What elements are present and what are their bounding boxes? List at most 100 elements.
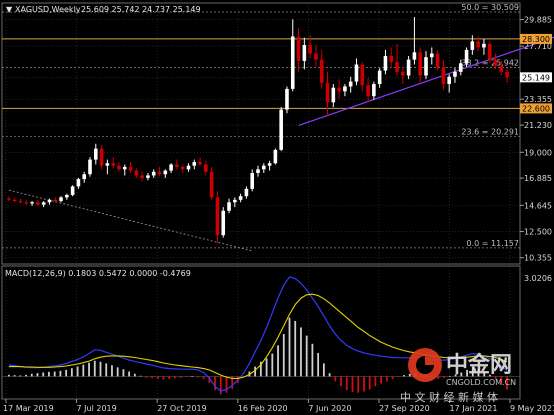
candle-body [383, 55, 388, 71]
candle-body [250, 173, 255, 189]
candle-body [302, 45, 307, 61]
macd-histogram-bar [7, 374, 10, 377]
macd-histogram-bar [185, 376, 188, 378]
macd-histogram-bar [305, 335, 308, 377]
ohlc-values: 25.609 25.742 24.737 25.149 [81, 5, 201, 14]
candle-body [36, 202, 40, 205]
candle-body [412, 52, 417, 60]
macd-histogram-bar [345, 376, 348, 391]
candle-body [377, 70, 382, 85]
macd-histogram-bar [122, 369, 125, 377]
candle-body [487, 43, 492, 60]
macd-histogram-bar [368, 376, 371, 390]
candle-body [175, 164, 179, 167]
candle-body [163, 170, 168, 175]
macd-histogram-bar [357, 376, 360, 393]
candle-body [372, 84, 376, 97]
macd-histogram-bar [19, 375, 22, 377]
fib-level-label: 0.0 = 11.157 [466, 239, 519, 248]
candle-body [105, 163, 110, 166]
candle-body [493, 59, 498, 66]
main-pane-frame [1, 2, 521, 265]
candle-body [256, 169, 260, 174]
watermark-tagline: 中 文 财 经 新 媒 体 [400, 390, 498, 404]
candle-body [30, 202, 34, 204]
macd-histogram-bar [288, 317, 291, 377]
candle-body [464, 49, 469, 64]
macd-histogram-bar [322, 363, 325, 377]
macd-histogram-bar [397, 376, 400, 378]
chart-window: 50.0 = 30.509 38.2 = 25.942 23.6 = 20.291 0… [0, 0, 554, 415]
candle-body [499, 65, 504, 72]
macd-histogram-bar [380, 376, 383, 384]
macd-histogram-bar [317, 352, 320, 377]
candle-body [59, 197, 63, 202]
y-tick-label: 19.000 [524, 148, 552, 157]
symbol-title: XAGUSD,Weekly [15, 5, 81, 14]
fib-level-label: 23.6 = 20.291 [461, 128, 519, 137]
candle-body [227, 202, 231, 211]
macd-histogram-bar [408, 373, 411, 377]
candle-body [111, 163, 115, 166]
candle-body [476, 41, 480, 48]
candle-body [366, 85, 370, 97]
candle-body [360, 64, 365, 86]
macd-histogram-bar [443, 376, 446, 379]
macd-histogram-bar [271, 353, 274, 377]
macd-histogram-bar [42, 372, 45, 377]
macd-histogram-bar [300, 327, 302, 377]
current-price-label: 25.149 [522, 73, 550, 82]
macd-histogram-bar [88, 362, 90, 377]
macd-histogram-bar [139, 375, 142, 377]
candle-body [308, 45, 312, 54]
candle-body [314, 53, 318, 60]
macd-histogram-bar [111, 365, 113, 377]
candle-body [221, 210, 226, 236]
candle-body [406, 59, 411, 76]
candle-body [180, 166, 185, 170]
macd-histogram-bar [82, 364, 85, 377]
macd-histogram-bar [265, 358, 268, 377]
macd-histogram-bar [59, 370, 62, 377]
candle-body [290, 36, 295, 89]
dropdown-arrow-icon[interactable]: ▼ [6, 5, 13, 14]
candle-body [47, 199, 52, 203]
candle-body [453, 71, 457, 77]
candle-body [192, 162, 197, 166]
x-tick-label: 17 Mar 2019 [3, 404, 54, 413]
y-tick-label: 10.355 [524, 254, 552, 263]
macd-histogram-bar [116, 367, 119, 377]
x-tick-label: 16 Feb 2020 [238, 404, 288, 413]
candle-body [441, 66, 446, 85]
macd-histogram-bar [93, 360, 96, 377]
macd-histogram-bar [53, 371, 56, 377]
watermark-domain: CNGOLD.COM.CN [446, 378, 516, 387]
candle-body [389, 55, 394, 63]
candle-body [267, 163, 272, 166]
candle-body [238, 196, 243, 200]
candle-body [348, 81, 353, 87]
candle-body [18, 201, 23, 203]
candle-body [418, 52, 423, 76]
candle-body [279, 109, 283, 150]
candle-body [482, 43, 486, 48]
macd-histogram-bar [328, 373, 331, 377]
x-tick-label: 7 Jul 2019 [77, 404, 117, 413]
cngold-watermark: 中金网 CNGOLD.COM.CN 中 文 财 经 新 媒 体 [400, 348, 516, 404]
macd-histogram-bar [385, 376, 388, 382]
candle-body [261, 165, 266, 170]
macd-histogram-bar [168, 376, 171, 380]
macd-histogram-bar [145, 376, 148, 378]
macd-histogram-bar [13, 375, 16, 377]
candle-body [93, 148, 98, 160]
candle-body [435, 53, 440, 67]
candle-body [134, 170, 139, 176]
macd-histogram-bar [196, 376, 199, 378]
macd-title: MACD(12,26,9) 0.1803 0.5472 0.0000 -0.47… [5, 269, 191, 278]
key-level-badge-label: 28.300 [522, 35, 550, 44]
candle-body [76, 179, 81, 187]
candle-body [285, 88, 289, 110]
candle-body [157, 171, 162, 175]
candle-body [325, 82, 330, 103]
candle-body [296, 36, 301, 61]
